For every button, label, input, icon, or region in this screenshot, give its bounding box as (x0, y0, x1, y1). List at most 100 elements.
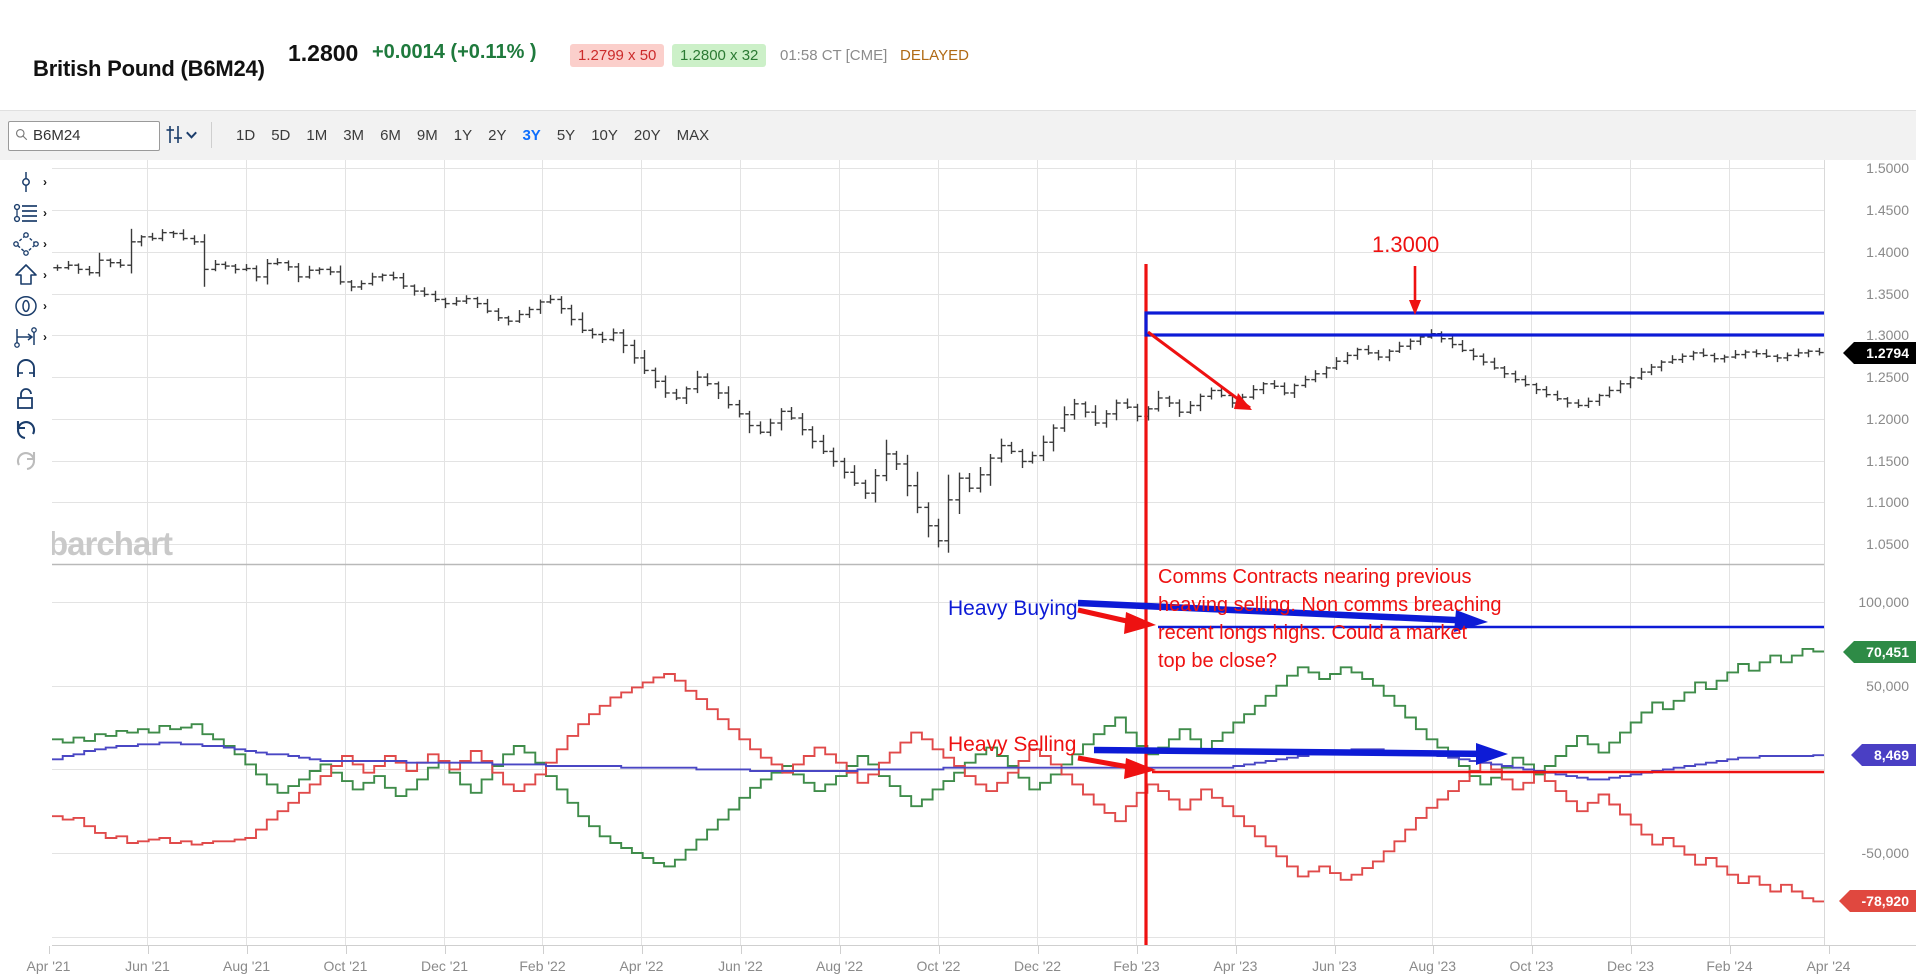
date-tick-mark (444, 946, 446, 954)
range-5y[interactable]: 5Y (549, 127, 583, 144)
cot-value-badge: 70,451 (1843, 640, 1916, 663)
annotation-text-tool-icon[interactable]: › (0, 197, 52, 228)
fibonacci-tool-icon[interactable]: › (0, 290, 52, 321)
date-tick-mark (1334, 946, 1336, 954)
range-5d[interactable]: 5D (263, 127, 298, 144)
range-9m[interactable]: 9M (409, 127, 446, 144)
bid-badge: 1.2799 x 50 (570, 44, 665, 67)
date-tick-mark (1037, 946, 1039, 954)
chevron-right-icon: › (43, 237, 47, 251)
price-axis-tick: 1.3500 (1866, 285, 1909, 302)
cot-axis-tick: 50,000 (1866, 677, 1909, 694)
chevron-down-icon (186, 131, 197, 139)
date-axis-tick: Apr '22 (619, 958, 664, 974)
chart-note-line: Comms Contracts nearing previous (1158, 566, 1472, 588)
price-axis-tick: 1.1500 (1866, 452, 1909, 469)
date-axis[interactable]: Apr '21 Jun '21 Aug '21 Oct '21 Dec '21 Feb '… (27, 945, 1916, 980)
range-1m[interactable]: 1M (298, 127, 335, 144)
chart-plot-area[interactable]: barchart 1.3000 Comms Contracts nearing … (52, 160, 1824, 945)
date-axis-tick: Apr '21 (26, 958, 71, 974)
date-axis-tick: Oct '22 (916, 958, 961, 974)
chart-note-line: recent longs highs. Could a market (1158, 622, 1468, 644)
chevron-right-icon: › (43, 330, 47, 344)
price-axis[interactable]: 1.5000 1.4500 1.4000 1.3500 1.3000 1.2500 1.20… (1824, 160, 1916, 945)
chart-note-annotation: Comms Contracts nearing previous heaving … (1158, 563, 1502, 675)
badge-pointer (1843, 341, 1855, 364)
quote-timestamp: 01:58 CT [CME] (780, 47, 888, 64)
range-selector[interactable]: 1D 5D 1M 3M 6M 9M 1Y 2Y 3Y 5Y 10Y 20Y MAX (228, 127, 717, 144)
badge-pointer (1850, 744, 1862, 767)
date-axis-tick: Feb '24 (1706, 958, 1753, 974)
price-axis-tick: 1.0500 (1866, 536, 1909, 553)
range-6m[interactable]: 6M (372, 127, 409, 144)
price-target-annotation: 1.3000 (1372, 232, 1440, 257)
symbol-search-input[interactable]: B6M24 (8, 121, 160, 151)
chart-note-line: heaving selling. Non comms breaching (1158, 594, 1502, 616)
delayed-status-badge: DELAYED (900, 47, 969, 64)
date-axis-tick: Jun '21 (125, 958, 170, 974)
resistance-zone-box (1144, 311, 1824, 337)
range-3y[interactable]: 3Y (514, 127, 548, 144)
price-axis-tick: 1.2500 (1866, 369, 1909, 386)
date-axis-tick: Dec '22 (1013, 958, 1062, 974)
chart-note-line: top be close? (1158, 650, 1277, 672)
date-tick-mark (938, 946, 940, 954)
chevron-right-icon: › (43, 268, 47, 282)
badge-pointer (1838, 890, 1850, 913)
chart-canvas (52, 160, 1824, 945)
measure-tool-icon[interactable]: › (0, 321, 52, 352)
date-tick-mark (1432, 946, 1434, 954)
date-axis-tick: Jun '23 (1312, 958, 1357, 974)
last-price-badge: 1.2794 (1843, 341, 1916, 364)
price-change: +0.0014 (+0.11% ) (372, 41, 537, 63)
search-icon (15, 128, 28, 141)
range-1y[interactable]: 1Y (446, 127, 480, 144)
badge-pointer (1843, 640, 1855, 663)
redo-tool-icon[interactable] (0, 445, 52, 476)
date-tick-mark (1531, 946, 1533, 954)
arrow-tool-icon[interactable]: › (0, 259, 52, 290)
chevron-right-icon: › (43, 175, 47, 189)
date-axis-tick: Aug '21 (222, 958, 271, 974)
date-axis-tick: Oct '21 (323, 958, 368, 974)
date-tick-mark (147, 946, 149, 954)
chevron-right-icon: › (43, 299, 47, 313)
date-tick-mark (246, 946, 248, 954)
price-axis-tick: 1.4500 (1866, 202, 1909, 219)
adjustments-dropdown[interactable] (166, 125, 197, 144)
heavy-selling-label: Heavy Selling (948, 733, 1077, 756)
date-tick-mark (1136, 946, 1138, 954)
date-axis-tick: Dec '23 (1606, 958, 1655, 974)
date-axis-tick: Apr '23 (1213, 958, 1258, 974)
price-axis-tick: 1.5000 (1866, 160, 1909, 177)
crosshair-tool-icon[interactable]: › (0, 166, 52, 197)
range-10y[interactable]: 10Y (583, 127, 626, 144)
date-axis-tick: Oct '23 (1509, 958, 1554, 974)
cot-value-badge: -78,920 (1838, 890, 1916, 913)
range-max[interactable]: MAX (669, 127, 718, 144)
range-3m[interactable]: 3M (335, 127, 372, 144)
last-price: 1.2800 (288, 40, 359, 66)
date-tick-mark (839, 946, 841, 954)
date-axis-tick: Aug '22 (815, 958, 864, 974)
drawing-tools-rail: › › › › › › (0, 160, 53, 979)
range-2y[interactable]: 2Y (480, 127, 514, 144)
lock-tool-icon[interactable] (0, 383, 52, 414)
ask-badge: 1.2800 x 32 (672, 44, 767, 67)
page-title: British Pound (B6M24) (33, 56, 265, 81)
barchart-watermark: barchart (52, 525, 173, 562)
date-axis-tick: Aug '23 (1408, 958, 1457, 974)
date-tick-mark (1828, 946, 1830, 954)
date-tick-mark (345, 946, 347, 954)
chevron-right-icon: › (43, 206, 47, 220)
date-axis-tick: Dec '21 (420, 958, 469, 974)
date-tick-mark (542, 946, 544, 954)
undo-tool-icon[interactable] (0, 414, 52, 445)
range-1d[interactable]: 1D (228, 127, 263, 144)
shapes-tool-icon[interactable]: › (0, 228, 52, 259)
price-axis-tick: 1.1000 (1866, 494, 1909, 511)
magnet-tool-icon[interactable] (0, 352, 52, 383)
settings-sliders-icon (166, 126, 182, 143)
range-20y[interactable]: 20Y (626, 127, 669, 144)
cot-axis-tick: 100,000 (1858, 594, 1909, 611)
